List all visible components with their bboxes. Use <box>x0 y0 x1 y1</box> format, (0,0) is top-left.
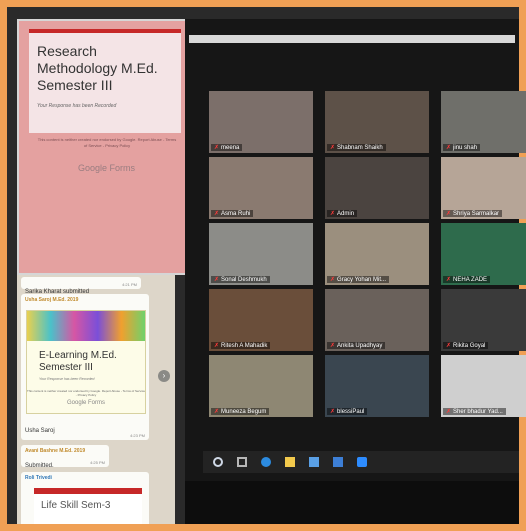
collage: Research Methodology M.Ed. Semester III … <box>7 7 526 524</box>
task-view-icon[interactable] <box>237 457 247 467</box>
mail-icon[interactable] <box>333 457 343 467</box>
participant-name: ✗ Ritesh A Mahadik <box>211 342 271 349</box>
video-tile[interactable]: ✗ Ankita Upadhyay <box>325 289 429 351</box>
mic-muted-icon: ✗ <box>446 409 452 415</box>
explorer-icon[interactable] <box>285 457 295 467</box>
mic-muted-icon: ✗ <box>330 145 336 151</box>
laptop-bezel <box>185 481 519 524</box>
participant-name: ✗ Muneeza Begum <box>211 408 270 415</box>
store-icon[interactable] <box>309 457 319 467</box>
chat-message: Avani Bashne M.Ed. 2019 Submitted. 4:25 … <box>21 445 109 469</box>
message-time: 4:25 PM <box>90 460 105 465</box>
video-tile[interactable]: ✗ Gracy Yohan Mit... <box>325 223 429 285</box>
video-tile[interactable]: ✗ jinu shah <box>441 91 526 153</box>
participant-name: ✗ blessiPaul <box>327 408 368 415</box>
video-tile[interactable]: ✗ Muneeza Begum <box>209 355 313 417</box>
participant-name: ✗ Ankita Upadhyay <box>327 342 386 349</box>
message-sender: Avani Bashne M.Ed. 2019 <box>25 448 86 454</box>
mic-muted-icon: ✗ <box>214 343 220 349</box>
mic-muted-icon: ✗ <box>446 145 452 151</box>
video-tile[interactable]: ✗ blessiPaul <box>325 355 429 417</box>
video-tile[interactable]: ✗ Rikita Goyal <box>441 289 526 351</box>
form-banner-image <box>27 311 145 341</box>
video-tile[interactable]: ✗ NEHA ZADE <box>441 223 526 285</box>
message-time: 4:21 PM <box>122 282 137 287</box>
google-forms-logo: Google Forms <box>66 400 105 406</box>
chevron-icon[interactable]: › <box>158 370 170 382</box>
participant-name: ✗ jinu shah <box>443 144 481 151</box>
form-card-thumbnail[interactable]: Life Skill Sem-3 <box>34 488 142 524</box>
participant-name: ✗ Sher bhadur Yad... <box>443 408 506 415</box>
mic-muted-icon: ✗ <box>214 277 220 283</box>
google-forms-logo: Google Forms <box>77 163 136 173</box>
laptop-screen: ✗ meena ✗ Shabnam Shaikh ✗ jinu shah ✗ Asma … <box>185 19 526 524</box>
message-text: Submitted. <box>25 463 54 469</box>
mic-muted-icon: ✗ <box>330 343 336 349</box>
google-form-confirmation: Research Methodology M.Ed. Semester III … <box>17 19 192 275</box>
mic-muted-icon: ✗ <box>446 277 452 283</box>
form-card-thumbnail[interactable]: E-Learning M.Ed. Semester III Your Respo… <box>26 310 146 414</box>
mic-muted-icon: ✗ <box>446 211 452 217</box>
participant-name: ✗ Gracy Yohan Mit... <box>327 276 390 283</box>
form-title: E-Learning M.Ed. Semester III <box>39 350 117 373</box>
participant-name: ✗ NEHA ZADE <box>443 276 491 283</box>
form-title: Life Skill Sem-3 <box>41 500 111 511</box>
mic-muted-icon: ✗ <box>214 409 220 415</box>
video-tile[interactable]: ✗ Sonal Deshmukh <box>209 223 313 285</box>
zoom-title-bar <box>189 35 515 43</box>
zoom-icon[interactable] <box>357 457 367 467</box>
participant-name: ✗ Asma Ruhi <box>211 210 254 217</box>
form-title: Research Methodology M.Ed. Semester III <box>37 43 158 93</box>
mic-muted-icon: ✗ <box>446 343 452 349</box>
form-card: Research Methodology M.Ed. Semester III … <box>29 29 181 133</box>
edge-icon[interactable] <box>261 457 271 467</box>
mic-muted-icon: ✗ <box>214 145 220 151</box>
chat-message: Usha Saroj M.Ed. 2019 E-Learning M.Ed. S… <box>21 294 149 440</box>
message-text: Usha Saroj <box>25 428 55 434</box>
participant-name: ✗ Admin <box>327 210 358 217</box>
participant-name: ✗ Rikita Goyal <box>443 342 489 349</box>
windows-icon[interactable] <box>213 457 223 467</box>
mic-muted-icon: ✗ <box>330 211 336 217</box>
mic-muted-icon: ✗ <box>330 409 336 415</box>
form-legal-note: This content is neither created nor endo… <box>27 389 146 397</box>
video-tile[interactable]: ✗ Shriya Sarmalkar <box>441 157 526 219</box>
video-tile[interactable]: ✗ Sher bhadur Yad... <box>441 355 526 417</box>
form-legal-note: This content is neither created nor endo… <box>37 137 177 148</box>
form-response-text: Your Response has been Recorded <box>39 377 95 381</box>
chat-message: Sarika Kharat submitted 4:21 PM <box>21 277 141 295</box>
participant-name: ✗ meena <box>211 144 243 151</box>
video-tile[interactable]: ✗ meena <box>209 91 313 153</box>
message-sender: Usha Saroj M.Ed. 2019 <box>25 297 79 303</box>
windows-taskbar <box>203 451 519 473</box>
participant-name: ✗ Shriya Sarmalkar <box>443 210 503 217</box>
participant-name: ✗ Sonal Deshmukh <box>211 276 270 283</box>
message-sender: Roli Trivedi <box>25 475 52 481</box>
video-tile[interactable]: ✗ Ritesh A Mahadik <box>209 289 313 351</box>
form-response-text: Your Response has been Recorded <box>37 103 117 109</box>
mic-muted-icon: ✗ <box>330 277 336 283</box>
mic-muted-icon: ✗ <box>214 211 220 217</box>
video-tile[interactable]: ✗ Shabnam Shaikh <box>325 91 429 153</box>
message-time: 4:23 PM <box>130 433 145 438</box>
video-tile[interactable]: ✗ Asma Ruhi <box>209 157 313 219</box>
participant-name: ✗ Shabnam Shaikh <box>327 144 386 151</box>
whatsapp-chat: Sarika Kharat submitted 4:21 PM Usha Sar… <box>17 275 175 524</box>
video-tile[interactable]: ✗ Admin <box>325 157 429 219</box>
